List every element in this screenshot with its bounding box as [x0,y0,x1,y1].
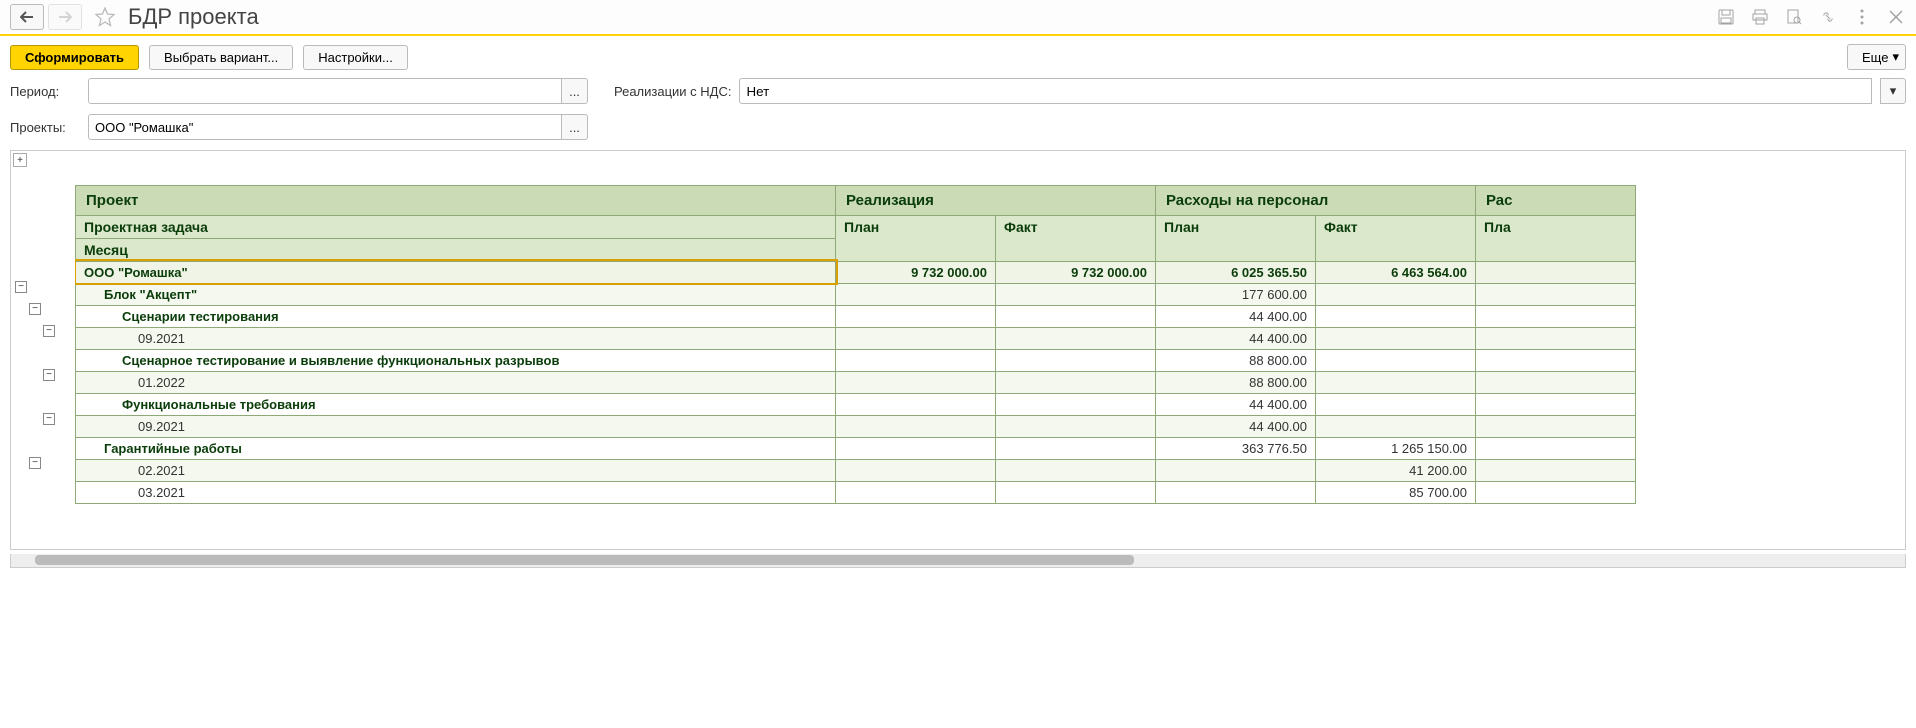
report-row[interactable]: 09.202144 400.00 [76,327,1636,349]
print-icon[interactable] [1750,7,1770,27]
header-next-plan: Пла [1476,215,1636,261]
report-row[interactable]: 01.202288 800.00 [76,371,1636,393]
report-row[interactable]: 03.202185 700.00 [76,481,1636,503]
tree-toggle[interactable]: − [43,369,55,381]
header-task: Проектная задача [76,215,836,238]
save-icon[interactable] [1716,7,1736,27]
expand-all-button[interactable]: + [13,153,27,167]
header-p-plan: План [1156,215,1316,261]
vat-dropdown-button[interactable]: ▾ [1880,78,1906,104]
header-r-plan: План [836,215,996,261]
vat-label: Реализации с НДС: [614,84,731,99]
header-p-fact: Факт [1316,215,1476,261]
period-select-button[interactable]: ... [562,78,588,104]
tree-toggle[interactable]: − [43,325,55,337]
header-personnel: Расходы на персонал [1156,185,1476,215]
report-row[interactable]: Гарантийные работы363 776.501 265 150.00 [76,437,1636,459]
period-label: Период: [10,84,80,99]
tree-toggle[interactable]: − [29,303,41,315]
chevron-down-icon: ▾ [1892,49,1899,65]
period-input[interactable] [88,78,562,104]
report-row[interactable]: Функциональные требования44 400.00 [76,393,1636,415]
header-r-fact: Факт [996,215,1156,261]
report-row[interactable]: Сценарное тестирование и выявление функц… [76,349,1636,371]
settings-button[interactable]: Настройки... [303,45,408,70]
header-month: Месяц [76,238,836,261]
tree-toggle[interactable]: − [43,413,55,425]
vat-input[interactable] [739,78,1872,104]
projects-select-button[interactable]: ... [562,114,588,140]
header-project: Проект [76,185,836,215]
header-realization: Реализация [836,185,1156,215]
report-grid[interactable]: + −−−−−− Проект Реализация Расходы на пе… [10,150,1906,550]
page-title: БДР проекта [128,4,259,30]
more-icon[interactable] [1852,7,1872,27]
more-button[interactable]: Еще▾ [1847,44,1906,70]
favorite-icon[interactable] [94,6,116,28]
projects-input[interactable] [88,114,562,140]
projects-label: Проекты: [10,120,80,135]
forward-button [48,4,82,30]
form-button[interactable]: Сформировать [10,45,139,70]
preview-icon[interactable] [1784,7,1804,27]
back-button[interactable] [10,4,44,30]
horizontal-scrollbar[interactable] [10,554,1906,568]
report-row[interactable]: 09.202144 400.00 [76,415,1636,437]
report-row[interactable]: Сценарии тестирования44 400.00 [76,305,1636,327]
scrollbar-thumb[interactable] [35,555,1134,565]
link-icon[interactable] [1818,7,1838,27]
tree-toggle[interactable]: − [29,457,41,469]
report-row[interactable]: Блок "Акцепт"177 600.00 [76,283,1636,305]
tree-toggle[interactable]: − [15,281,27,293]
report-row[interactable]: 02.202141 200.00 [76,459,1636,481]
report-row[interactable]: ООО "Ромашка"9 732 000.009 732 000.006 0… [76,261,1636,283]
close-icon[interactable] [1886,7,1906,27]
header-next-group: Рас [1476,185,1636,215]
choose-variant-button[interactable]: Выбрать вариант... [149,45,293,70]
